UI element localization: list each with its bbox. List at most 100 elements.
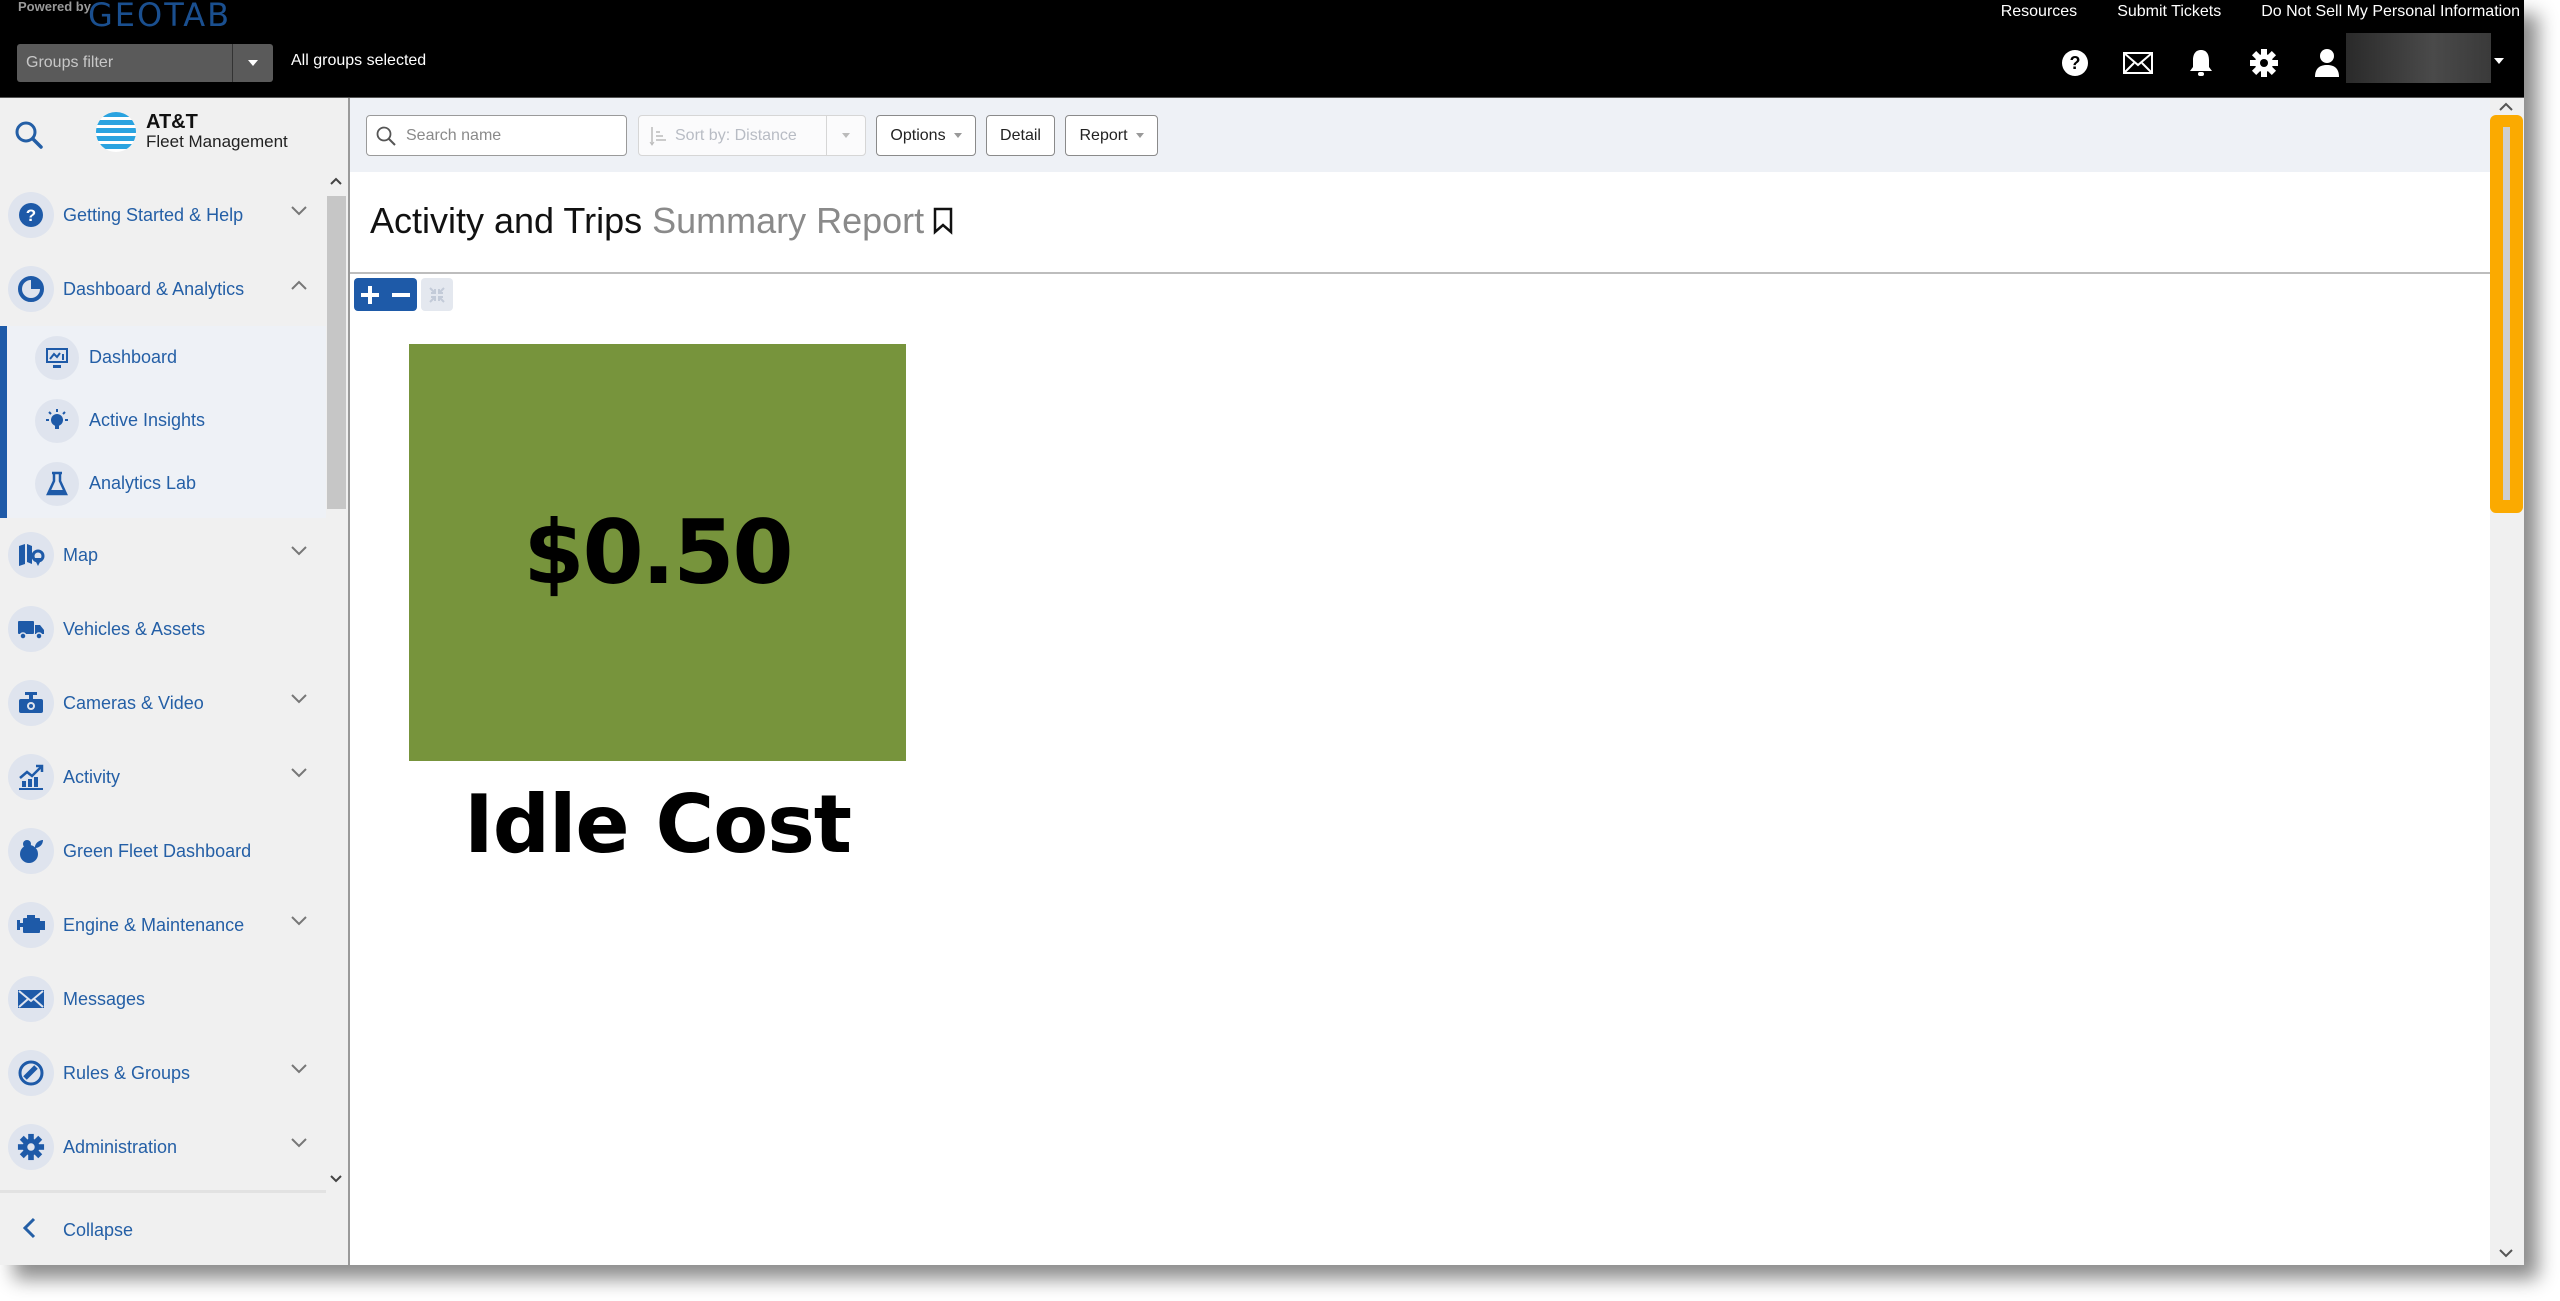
mail-icon bbox=[18, 990, 44, 1008]
zoom-in-icon[interactable] bbox=[359, 284, 381, 306]
submit-tickets-link[interactable]: Submit Tickets bbox=[2117, 3, 2221, 21]
green-fleet-icon bbox=[20, 840, 43, 863]
main-scroll-thumb[interactable] bbox=[2503, 127, 2510, 500]
collapse-arrows-icon bbox=[429, 286, 445, 303]
activity-chart-icon bbox=[19, 764, 44, 790]
sidebar-item-activity[interactable]: Activity bbox=[0, 740, 326, 814]
user-name-redacted[interactable] bbox=[2346, 33, 2491, 83]
brand-line-2: Fleet Management bbox=[146, 132, 288, 151]
sidebar-subitem-active-insights[interactable]: Active Insights bbox=[7, 389, 326, 452]
sidebar-subitem-dashboard[interactable]: Dashboard bbox=[7, 326, 326, 389]
zoom-out-icon[interactable] bbox=[390, 284, 412, 306]
kpi-label: Idle Cost bbox=[463, 778, 852, 871]
sidebar-item-label: Dashboard & Analytics bbox=[63, 278, 245, 299]
dashboard-analytics-submenu: Dashboard Active Insights Analytics Lab bbox=[0, 326, 326, 518]
page-title: Activity and Trips Summary Report bbox=[370, 200, 954, 242]
user-button[interactable] bbox=[2310, 46, 2344, 80]
sidebar-item-cameras-video[interactable]: Cameras & Video bbox=[0, 666, 326, 740]
bookmark-icon[interactable] bbox=[932, 207, 954, 235]
sidebar-item-label: Administration bbox=[63, 1136, 178, 1157]
zoom-buttons bbox=[354, 278, 417, 311]
groups-filter-input[interactable]: Groups filter bbox=[17, 44, 232, 82]
help-icon: ? bbox=[19, 203, 43, 227]
chevron-down-icon[interactable] bbox=[290, 1063, 308, 1075]
help-icon: ? bbox=[2062, 50, 2088, 76]
search-input[interactable] bbox=[404, 125, 608, 146]
collapse-button[interactable]: Collapse bbox=[0, 1190, 326, 1265]
options-label: Options bbox=[890, 126, 946, 144]
scroll-down-icon[interactable] bbox=[330, 1174, 342, 1184]
sidebar-subitem-analytics-lab[interactable]: Analytics Lab bbox=[7, 452, 326, 515]
sidebar-item-administration[interactable]: Administration bbox=[0, 1110, 326, 1178]
chevron-down-icon[interactable] bbox=[290, 1137, 308, 1149]
detail-button[interactable]: Detail bbox=[986, 115, 1055, 156]
truck-icon bbox=[18, 621, 44, 640]
kpi-tile: $0.50 bbox=[409, 344, 906, 761]
options-button[interactable]: Options bbox=[876, 115, 976, 156]
scroll-up-icon[interactable] bbox=[2499, 102, 2513, 112]
sidebar-item-label: Cameras & Video bbox=[63, 692, 204, 713]
scroll-down-icon[interactable] bbox=[2499, 1248, 2513, 1258]
sidebar-scroll-thumb[interactable] bbox=[327, 196, 346, 509]
top-links: Resources Submit Tickets Do Not Sell My … bbox=[2001, 3, 2520, 21]
groups-filter-dropdown-button[interactable] bbox=[232, 44, 273, 82]
resources-link[interactable]: Resources bbox=[2001, 3, 2077, 21]
sidebar-nav: ? Getting Started & Help Dashboard & Ana… bbox=[0, 178, 326, 1178]
chevron-down-icon[interactable] bbox=[290, 767, 308, 779]
sidebar-item-rules-groups[interactable]: Rules & Groups bbox=[0, 1036, 326, 1110]
sidebar-item-messages[interactable]: Messages bbox=[0, 962, 326, 1036]
top-bar: Powered by GEOTAB Groups filter All grou… bbox=[0, 0, 2524, 98]
rules-icon bbox=[18, 1060, 44, 1086]
groups-filter[interactable]: Groups filter bbox=[17, 44, 273, 82]
caret-down-icon bbox=[1135, 133, 1144, 138]
chevron-left-icon bbox=[22, 1217, 36, 1239]
sidebar-item-vehicles-assets[interactable]: Vehicles & Assets bbox=[0, 592, 326, 666]
sort-icon bbox=[649, 126, 666, 146]
search-icon bbox=[376, 126, 396, 146]
kpi-value: $0.50 bbox=[523, 501, 793, 604]
sort-select[interactable]: Sort by: Distance bbox=[638, 115, 866, 156]
user-menu-caret[interactable] bbox=[2494, 58, 2504, 64]
mail-icon bbox=[2123, 52, 2153, 74]
report-toolbar: Sort by: Distance Options Detail Report bbox=[350, 98, 2490, 172]
sidebar-item-label: Getting Started & Help bbox=[63, 204, 244, 225]
caret-down-icon bbox=[842, 133, 850, 138]
report-label: Report bbox=[1079, 126, 1128, 144]
scroll-up-icon[interactable] bbox=[330, 176, 342, 186]
user-icon bbox=[2315, 49, 2339, 77]
sidebar-item-engine-maintenance[interactable]: Engine & Maintenance bbox=[0, 888, 326, 962]
sort-label: Sort by: Distance bbox=[675, 126, 797, 144]
fit-to-screen-button[interactable] bbox=[421, 278, 453, 311]
chevron-down-icon[interactable] bbox=[290, 205, 308, 217]
chevron-down-icon[interactable] bbox=[290, 693, 308, 705]
sidebar-scrollbar[interactable] bbox=[326, 174, 346, 1189]
sidebar-subitem-label: Active Insights bbox=[89, 410, 206, 430]
lightbulb-icon bbox=[46, 408, 68, 429]
settings-button[interactable] bbox=[2247, 46, 2281, 80]
notifications-button[interactable] bbox=[2184, 46, 2218, 80]
main-scrollbar[interactable] bbox=[2490, 98, 2524, 1265]
brand-line-1: AT&T bbox=[146, 111, 198, 133]
search-field[interactable] bbox=[366, 115, 627, 156]
sidebar-search-button[interactable] bbox=[14, 120, 44, 155]
sidebar-item-label: Activity bbox=[63, 766, 121, 787]
report-button[interactable]: Report bbox=[1065, 115, 1158, 156]
sidebar-item-dashboard-analytics[interactable]: Dashboard & Analytics bbox=[0, 252, 326, 326]
sidebar-item-label: Vehicles & Assets bbox=[63, 618, 206, 639]
messages-button[interactable] bbox=[2121, 46, 2155, 80]
do-not-sell-link[interactable]: Do Not Sell My Personal Information bbox=[2261, 3, 2520, 21]
help-button[interactable]: ? bbox=[2058, 46, 2092, 80]
chevron-down-icon[interactable] bbox=[290, 915, 308, 927]
sort-dropdown-button[interactable] bbox=[826, 116, 865, 155]
scroll-thumb-highlight[interactable] bbox=[2490, 115, 2523, 513]
chevron-up-icon[interactable] bbox=[290, 279, 308, 291]
sidebar-subitem-label: Dashboard bbox=[89, 347, 178, 367]
sidebar-item-green-fleet[interactable]: Green Fleet Dashboard bbox=[0, 814, 326, 888]
flask-icon bbox=[46, 471, 68, 495]
sidebar-item-getting-started[interactable]: ? Getting Started & Help bbox=[0, 178, 326, 252]
sidebar-item-map[interactable]: Map bbox=[0, 518, 326, 592]
chevron-down-icon[interactable] bbox=[290, 545, 308, 557]
search-icon bbox=[15, 121, 43, 149]
geotab-logo: GEOTAB bbox=[88, 0, 232, 34]
caret-down-icon bbox=[2494, 58, 2504, 64]
